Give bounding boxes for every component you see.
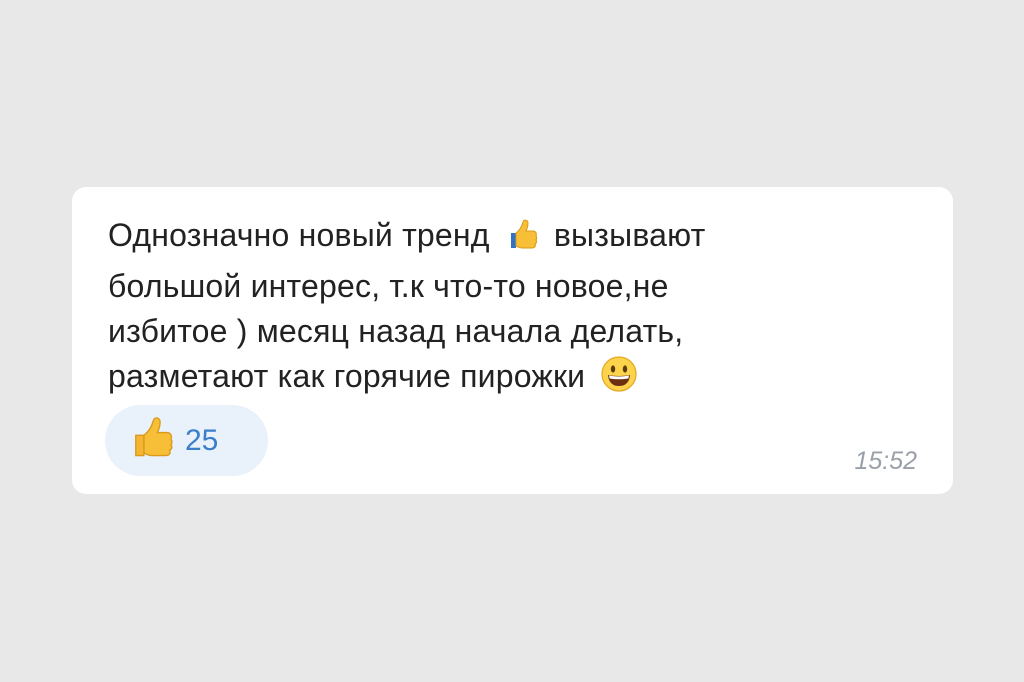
thumbs-up-icon: [129, 415, 175, 466]
message-line-1-text-b: вызывают: [553, 217, 706, 253]
grinning-face-icon: [600, 355, 638, 405]
message-line-2: большой интерес, т.к что-то новое,не: [108, 268, 669, 304]
message-line-4-text: разметают как горячие пирожки: [108, 358, 586, 394]
message-timestamp: 15:52: [854, 447, 917, 475]
message-line-1: Однозначно новый тренд вызывают: [108, 213, 828, 264]
thumbs-up-icon: [505, 218, 539, 264]
message-bubble[interactable]: Однозначно новый тренд вызывают большой …: [72, 187, 953, 494]
message-line-1-text-a: Однозначно новый тренд: [108, 217, 490, 253]
reaction-thumbs-up-button[interactable]: 25: [105, 405, 268, 476]
message-text: Однозначно новый тренд вызывают большой …: [108, 213, 828, 405]
message-line-4: разметают как горячие пирожки: [108, 354, 828, 405]
message-line-3: избитое ) месяц назад начала делать,: [108, 313, 684, 349]
reaction-count: 25: [185, 423, 219, 457]
